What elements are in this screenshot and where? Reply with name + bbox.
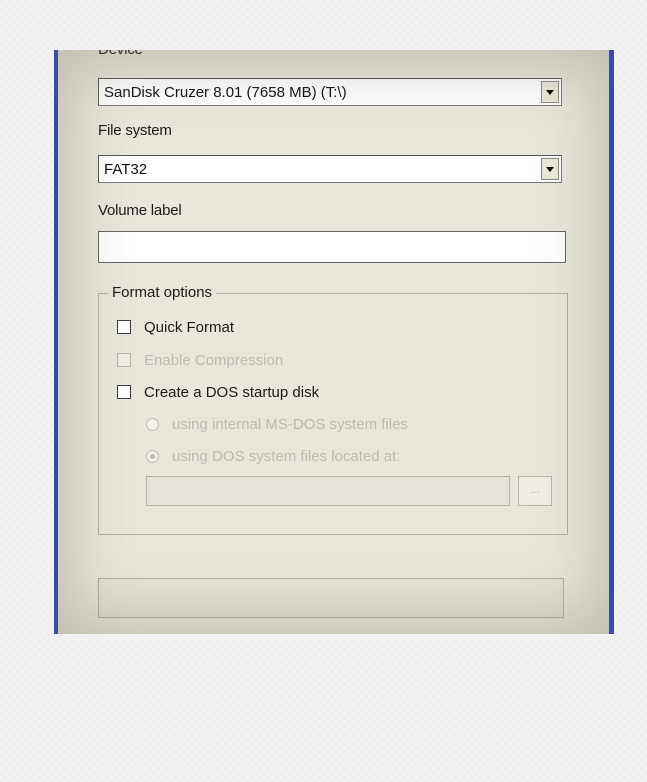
file-system-label: File system <box>98 122 172 139</box>
format-progress-bar <box>98 578 564 618</box>
window-frame-left <box>54 50 58 634</box>
chevron-down-icon[interactable] <box>541 81 559 103</box>
radio-internal-msdos-label: using internal MS-DOS system files <box>172 416 408 433</box>
browse-button[interactable]: ... <box>518 476 552 506</box>
device-select[interactable]: SanDisk Cruzer 8.01 (7658 MB) (T:\) <box>98 78 562 106</box>
device-selected-value: SanDisk Cruzer 8.01 (7658 MB) (T:\) <box>104 84 347 101</box>
photo-mat-background: Device SanDisk Cruzer 8.01 (7658 MB) (T:… <box>0 0 647 782</box>
format-dialog-window: Device SanDisk Cruzer 8.01 (7658 MB) (T:… <box>54 50 614 634</box>
volume-label-input[interactable] <box>98 231 566 263</box>
enable-compression-label: Enable Compression <box>144 352 284 369</box>
enable-compression-checkbox[interactable] <box>117 353 131 367</box>
dos-files-path-input[interactable] <box>146 476 510 506</box>
file-system-select[interactable]: FAT32 <box>98 155 562 183</box>
device-label: Device <box>98 50 143 58</box>
quick-format-checkbox[interactable] <box>117 320 131 334</box>
radio-dos-located-at-label: using DOS system files located at: <box>172 448 401 465</box>
dos-startup-checkbox[interactable] <box>117 385 131 399</box>
format-options-title: Format options <box>108 284 217 301</box>
quick-format-label: Quick Format <box>144 319 235 336</box>
chevron-down-icon[interactable] <box>541 158 559 180</box>
file-system-selected-value: FAT32 <box>104 161 148 178</box>
radio-dos-located-at[interactable] <box>146 450 159 463</box>
window-frame-right <box>609 50 614 634</box>
radio-internal-msdos[interactable] <box>146 418 159 431</box>
volume-label-label: Volume label <box>98 202 182 219</box>
dos-startup-label: Create a DOS startup disk <box>144 384 320 401</box>
